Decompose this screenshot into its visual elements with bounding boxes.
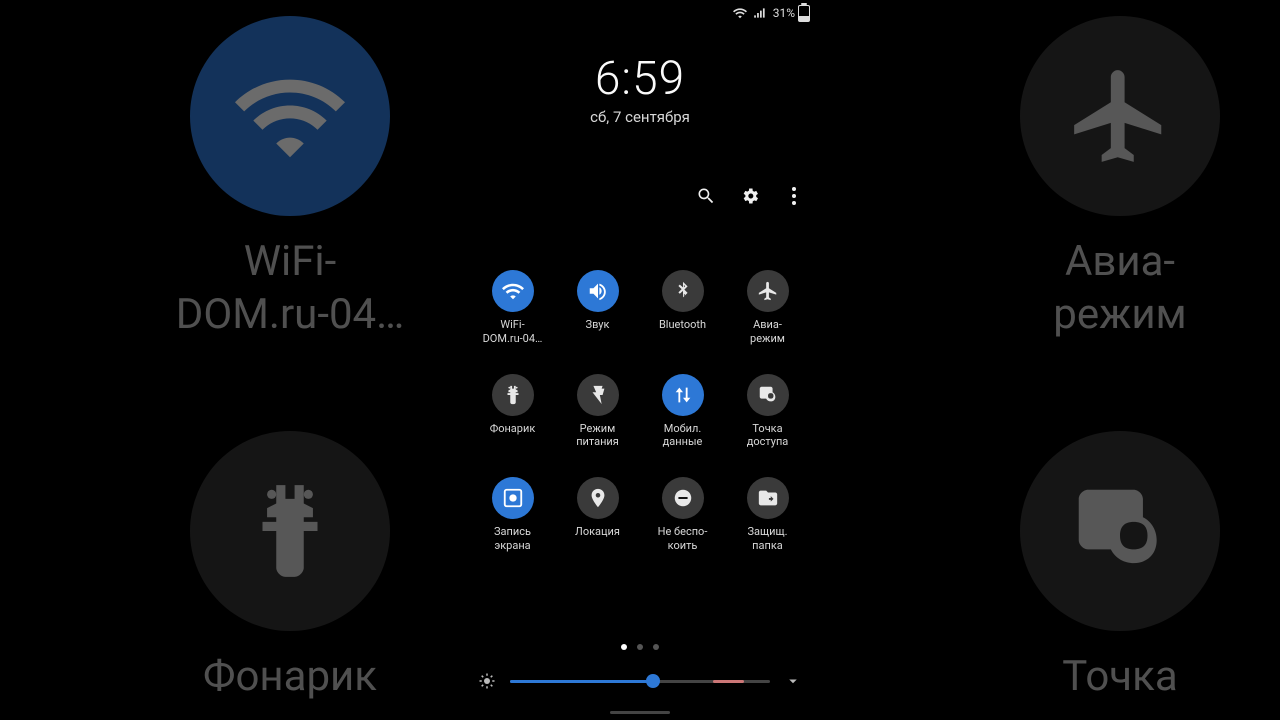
tile-label: Защищ. папка — [748, 525, 788, 553]
bg-tile-label: Точка — [1062, 651, 1177, 704]
phone-screen: 31% 6:59 сб, 7 сентября WiFi- DOM.ru-04…… — [460, 0, 820, 720]
hotspot-icon — [1065, 476, 1175, 586]
page-indicator[interactable] — [460, 644, 820, 650]
bluetooth-icon — [672, 280, 694, 302]
secure-folder-icon — [757, 487, 779, 509]
tile-mobile-data[interactable]: Мобил. данные — [640, 374, 725, 450]
tile-label: WiFi- DOM.ru-04… — [483, 318, 543, 346]
flashlight-icon — [502, 384, 524, 406]
hotspot-icon — [757, 384, 779, 406]
settings-button[interactable] — [740, 186, 760, 206]
airplane-icon — [1065, 61, 1175, 171]
sound-icon — [587, 280, 609, 302]
tile-label: Режим питания — [576, 422, 619, 450]
tile-flashlight[interactable]: Фонарик — [470, 374, 555, 450]
tile-label: Звук — [586, 318, 610, 332]
tile-wifi[interactable]: WiFi- DOM.ru-04… — [470, 270, 555, 346]
wifi-icon — [235, 61, 345, 171]
tile-bluetooth[interactable]: Bluetooth — [640, 270, 725, 346]
tile-label: Фонарик — [490, 422, 536, 436]
brightness-slider-row — [478, 672, 802, 690]
brightness-icon — [478, 672, 496, 690]
nav-handle[interactable] — [610, 711, 670, 714]
tile-secure-folder[interactable]: Защищ. папка — [725, 477, 810, 553]
tile-label: Точка доступа — [747, 422, 789, 450]
status-bar: 31% — [460, 0, 820, 26]
tile-label: Мобил. данные — [663, 422, 703, 450]
airplane-icon — [757, 280, 779, 302]
brightness-slider[interactable] — [510, 680, 770, 683]
search-icon — [696, 186, 716, 206]
bg-tile-label: WiFi- DOM.ru-04… — [176, 236, 405, 341]
tile-screen-record[interactable]: Запись экрана — [470, 477, 555, 553]
tile-label: Авиа- режим — [750, 318, 785, 346]
location-icon — [587, 487, 609, 509]
wifi-status-icon — [733, 6, 747, 20]
clock-date: сб, 7 сентября — [460, 108, 820, 126]
dnd-icon — [672, 487, 694, 509]
tile-location[interactable]: Локация — [555, 477, 640, 553]
battery-indicator: 31% — [773, 5, 810, 22]
tile-label: Не беспо- коить — [658, 525, 708, 553]
more-icon — [792, 187, 796, 205]
bg-tile-label: Фонарик — [203, 651, 377, 704]
background-right-crop: Авиа- режим Точка — [760, 0, 1280, 720]
more-button[interactable] — [784, 186, 804, 206]
power-mode-icon — [587, 384, 609, 406]
search-button[interactable] — [696, 186, 716, 206]
tile-sound[interactable]: Звук — [555, 270, 640, 346]
battery-percent: 31% — [773, 6, 795, 20]
tile-hotspot[interactable]: Точка доступа — [725, 374, 810, 450]
mobile-data-icon — [672, 384, 694, 406]
flashlight-icon — [235, 476, 345, 586]
gear-icon — [740, 186, 760, 206]
battery-icon — [798, 5, 810, 22]
bg-tile-label: Авиа- режим — [1053, 236, 1186, 341]
tile-label: Запись экрана — [494, 525, 531, 553]
clock-time: 6:59 — [460, 52, 820, 106]
tile-power-mode[interactable]: Режим питания — [555, 374, 640, 450]
quick-settings-grid: WiFi- DOM.ru-04… Звук Bluetooth Авиа- ре… — [460, 270, 820, 553]
cell-signal-icon — [753, 6, 767, 20]
background-left-crop: WiFi- DOM.ru-04… Фонарик — [0, 0, 520, 720]
tile-label: Bluetooth — [659, 318, 706, 332]
tile-airplane[interactable]: Авиа- режим — [725, 270, 810, 346]
brightness-expand-button[interactable] — [784, 672, 802, 690]
tile-dnd[interactable]: Не беспо- коить — [640, 477, 725, 553]
tile-label: Локация — [575, 525, 620, 539]
chevron-down-icon — [784, 672, 802, 690]
wifi-icon — [502, 280, 524, 302]
screen-record-icon — [502, 487, 524, 509]
